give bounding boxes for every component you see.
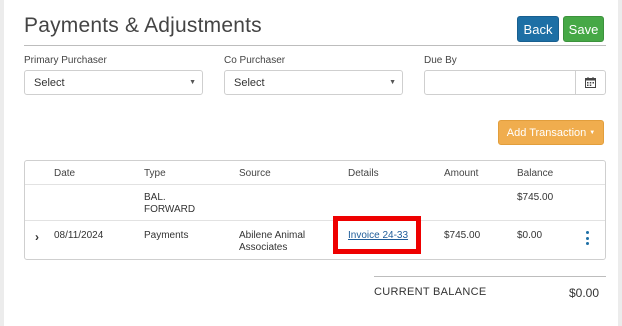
co-purchaser-label: Co Purchaser: [224, 55, 286, 66]
row-source-line2: Associates: [239, 242, 288, 253]
row-type-line2: FORWARD: [144, 204, 196, 215]
due-by-label: Due By: [424, 55, 457, 66]
due-by-input[interactable]: [424, 70, 606, 95]
column-header-balance: Balance: [517, 168, 554, 179]
row-amount: $745.00: [444, 230, 481, 241]
row-type: BAL. FORWARD: [144, 192, 195, 216]
kebab-menu-icon[interactable]: [583, 231, 591, 245]
table-row: BAL. FORWARD $745.00: [25, 185, 605, 221]
header-divider: [24, 45, 606, 46]
column-header-date: Date: [54, 168, 76, 179]
column-header-amount: Amount: [444, 168, 479, 179]
payments-page: Payments & Adjustments Back Save Primary…: [4, 0, 618, 326]
current-balance-value: $0.00: [569, 286, 600, 300]
row-type: Payments: [144, 230, 189, 241]
calendar-icon: [585, 77, 596, 88]
transactions-table: Date Type Source Details Amount Balance …: [24, 160, 606, 260]
highlight-box: [333, 216, 421, 254]
add-transaction-label: Add Transaction: [506, 126, 587, 139]
balance-divider: [374, 276, 606, 277]
row-date: 08/11/2024: [54, 230, 104, 241]
table-row[interactable]: › 08/11/2024 Payments Abilene Animal Ass…: [25, 221, 605, 259]
co-purchaser-select[interactable]: Select ▼: [224, 70, 403, 95]
column-header-details: Details: [348, 168, 379, 179]
row-balance: $0.00: [517, 230, 543, 241]
caret-down-icon: ▼: [189, 79, 196, 86]
add-transaction-button[interactable]: Add Transaction ▼: [498, 120, 604, 145]
primary-purchaser-value: Select: [34, 76, 65, 89]
caret-down-icon: ▼: [589, 129, 596, 136]
primary-purchaser-label: Primary Purchaser: [24, 55, 107, 66]
caret-down-icon: ▼: [389, 79, 396, 86]
column-header-source: Source: [239, 168, 271, 179]
page-title: Payments & Adjustments: [24, 14, 262, 37]
row-balance: $745.00: [517, 192, 554, 203]
row-source-line1: Abilene Animal: [239, 230, 306, 241]
row-source: Abilene Animal Associates: [239, 230, 305, 254]
calendar-button[interactable]: [575, 71, 605, 94]
co-purchaser-value: Select: [234, 76, 265, 89]
save-button[interactable]: Save: [563, 16, 604, 42]
column-header-type: Type: [144, 168, 166, 179]
current-balance-label: CURRENT BALANCE: [374, 286, 487, 298]
primary-purchaser-select[interactable]: Select ▼: [24, 70, 203, 95]
row-type-line1: BAL.: [144, 192, 166, 203]
table-header: Date Type Source Details Amount Balance: [25, 161, 605, 185]
chevron-right-icon[interactable]: ›: [35, 230, 39, 244]
back-button[interactable]: Back: [517, 16, 559, 42]
